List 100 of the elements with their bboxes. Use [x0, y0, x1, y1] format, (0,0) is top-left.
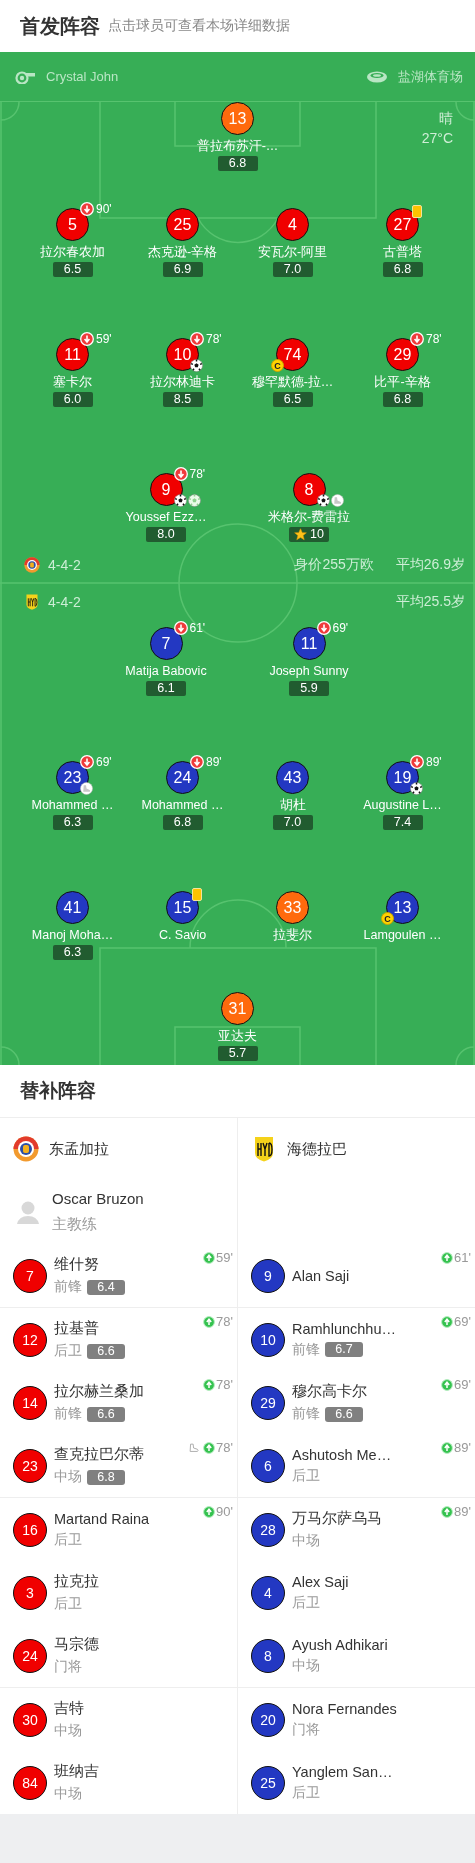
formation-text: 4-4-2: [48, 594, 81, 610]
player-number[interactable]: 20: [251, 1702, 285, 1737]
sub-on-icon: [203, 1315, 216, 1328]
sub-minute: 89': [426, 755, 442, 769]
sub-minute: 89': [454, 1504, 471, 1519]
player-number[interactable]: 15: [166, 891, 199, 924]
player-number[interactable]: 5: [56, 208, 89, 241]
player-number[interactable]: 4: [276, 208, 309, 241]
player-position: 前锋: [292, 1340, 320, 1359]
player-rating: 8.0: [146, 527, 186, 542]
player-name: 安瓦尔-阿里: [257, 245, 328, 260]
player-number[interactable]: 3: [13, 1575, 47, 1610]
section-title: 替补阵容: [20, 1079, 96, 1103]
captain-badge: C: [271, 359, 284, 372]
sub-off-icon: [190, 332, 204, 346]
player-name[interactable]: Yanglem San…: [292, 1763, 393, 1780]
player-number[interactable]: 10: [251, 1322, 285, 1357]
player-number[interactable]: 9: [251, 1258, 285, 1293]
player-number[interactable]: 4: [251, 1575, 285, 1610]
player-name: 塞卡尔: [53, 375, 92, 390]
player-name[interactable]: Ashutosh Me…: [292, 1446, 392, 1463]
player-number[interactable]: 6: [251, 1448, 285, 1483]
coach-role: 主教练: [52, 1215, 98, 1234]
player-position: 门将: [292, 1720, 320, 1739]
player-name: 胡杜: [279, 798, 306, 813]
player-position: 后卫: [292, 1466, 320, 1485]
player-rating: 6.8: [217, 156, 258, 171]
player-number[interactable]: 25: [166, 208, 199, 241]
player-number[interactable]: 28: [251, 1512, 285, 1547]
player-name[interactable]: Alan Saji: [292, 1267, 350, 1284]
player-position: 后卫: [54, 1595, 82, 1613]
temperature: 27°C: [421, 130, 453, 146]
player-number[interactable]: 30: [13, 1702, 47, 1737]
player-number[interactable]: 12: [13, 1322, 47, 1357]
average-age: 平均25.5岁: [395, 593, 465, 611]
player-name[interactable]: 查克拉巴尔蒂: [54, 1445, 144, 1464]
player-position: 门将: [54, 1658, 82, 1676]
player-rating: 6.8: [87, 1469, 125, 1485]
player-number[interactable]: 11: [56, 338, 89, 371]
player-name[interactable]: 维什努: [54, 1255, 125, 1274]
player-name: Joseph Sunny: [269, 664, 349, 679]
player-number[interactable]: 23: [13, 1448, 47, 1483]
player-name[interactable]: 万马尔萨乌马: [292, 1509, 382, 1528]
player-name[interactable]: 拉克拉: [54, 1572, 99, 1591]
section-subtitle: 点击球员可查看本场详细数据: [108, 17, 290, 35]
sub-minute: 69': [332, 621, 349, 635]
player-name[interactable]: 班纳吉: [54, 1762, 99, 1781]
player-name[interactable]: 吉特: [54, 1699, 84, 1718]
player-number[interactable]: 84: [13, 1765, 47, 1800]
sub-minute: 78': [216, 1440, 233, 1455]
player-number[interactable]: 24: [13, 1638, 47, 1673]
player-position: 后卫: [54, 1342, 82, 1360]
player-number[interactable]: 25: [251, 1765, 285, 1800]
player-name[interactable]: Martand Raina: [54, 1510, 150, 1527]
player-number[interactable]: 29: [251, 1385, 285, 1420]
player-number[interactable]: 7: [13, 1258, 47, 1293]
sub-on-icon: [203, 1251, 216, 1264]
player-name[interactable]: Ramhlunchhu…: [292, 1320, 396, 1337]
venue-name: 盐湖体育场: [398, 67, 463, 86]
player-name[interactable]: Nora Fernandes: [292, 1700, 397, 1717]
player-number[interactable]: 43: [276, 761, 309, 794]
player-position: 后卫: [54, 1530, 82, 1549]
sub-on-icon: [441, 1378, 454, 1391]
sub-minute: 78': [189, 467, 206, 481]
average-age: 平均26.9岁: [395, 556, 465, 574]
sub-minute: 69': [454, 1377, 471, 1392]
player-number[interactable]: 16: [13, 1512, 47, 1547]
player-number[interactable]: 8: [292, 473, 326, 506]
player-name: 普拉布苏汗-…: [196, 139, 279, 154]
player-name[interactable]: Ayush Adhikari: [292, 1636, 388, 1653]
player-number[interactable]: 29: [386, 338, 419, 371]
player-position: 前锋: [54, 1278, 82, 1296]
sub-on-icon: [203, 1441, 216, 1454]
star-icon: [294, 528, 308, 541]
player-number[interactable]: 11: [292, 627, 326, 660]
player-name: 拉尔春农加: [40, 245, 105, 260]
player-rating: 6.9: [162, 262, 203, 277]
sub-minute: 61': [189, 621, 206, 635]
player-name[interactable]: 穆尔高卡尔: [292, 1382, 367, 1401]
player-name[interactable]: 马宗德: [54, 1635, 99, 1654]
team-value: 身价255万欧: [294, 556, 374, 574]
player-name: Augustine L…: [363, 798, 442, 813]
player-name[interactable]: Alex Saji: [292, 1573, 349, 1590]
player-number[interactable]: 14: [13, 1385, 47, 1420]
sub-off-icon: [173, 467, 188, 481]
player-number[interactable]: 27: [386, 208, 419, 241]
formation-text: 4-4-2: [48, 557, 81, 573]
player-rating: 6.0: [52, 392, 93, 407]
player-name[interactable]: 拉基普: [54, 1319, 125, 1338]
player-number[interactable]: 41: [56, 891, 89, 924]
player-number[interactable]: 24: [166, 761, 199, 794]
player-name: 拉斐尔: [273, 928, 312, 943]
player-rating: 6.6: [87, 1343, 125, 1359]
player-number[interactable]: 8: [251, 1638, 285, 1673]
player-number[interactable]: 7: [149, 627, 183, 660]
sub-minute: 69': [454, 1314, 471, 1329]
sub-minute: 59': [96, 332, 112, 346]
player-name[interactable]: 拉尔赫兰桑加: [54, 1382, 144, 1401]
captain-badge: C: [381, 912, 394, 925]
player-name: 古普塔: [383, 245, 422, 260]
